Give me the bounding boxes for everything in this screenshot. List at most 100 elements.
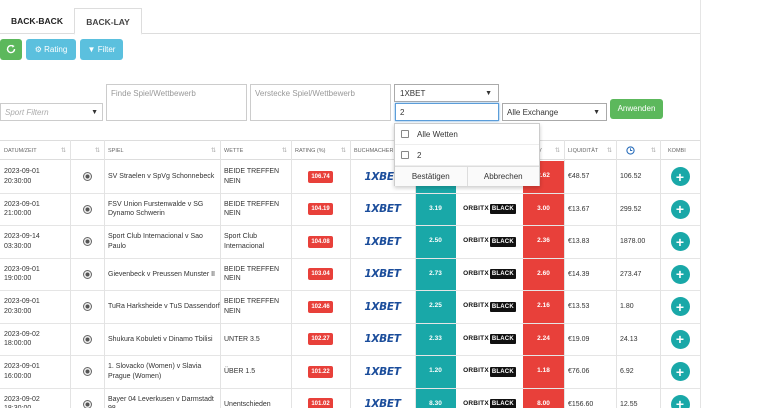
exchange-cell[interactable]: ORBITXBLACK bbox=[456, 259, 523, 291]
bookmaker-select[interactable]: 1XBET ▼ bbox=[394, 84, 499, 102]
exchange-logo-badge: BLACK bbox=[489, 399, 516, 408]
bookmaker-logo: 1XBET bbox=[364, 235, 401, 248]
column-header-date[interactable]: DATUM/ZEIT ⇅ bbox=[0, 141, 70, 161]
sport-filter-select[interactable]: Sport Filtern ▼ bbox=[0, 103, 103, 121]
bookmaker-cell[interactable]: 1XBET bbox=[350, 356, 415, 388]
back-odds-cell[interactable]: 3.19 bbox=[415, 193, 456, 225]
kombi-cell: + bbox=[660, 356, 700, 388]
confirm-button[interactable]: Bestätigen bbox=[395, 167, 468, 186]
exchange-cell[interactable]: ORBITXBLACK bbox=[456, 389, 523, 408]
exchange-logo-text: ORBITX bbox=[463, 334, 489, 342]
liquidity-text: €48.57 bbox=[568, 173, 590, 181]
liquidity-cell: €14.39 bbox=[564, 259, 616, 291]
lay-odds-cell[interactable]: 1.18 bbox=[523, 356, 564, 388]
tab-back-lay[interactable]: BACK-LAY bbox=[74, 8, 142, 35]
column-header-game[interactable]: SPIEL ⇅ bbox=[104, 141, 220, 161]
bookmaker-logo: 1XBET bbox=[364, 365, 401, 378]
tab-back-back[interactable]: BACK-BACK bbox=[0, 8, 74, 34]
column-header-rating-label: RATING (%) bbox=[295, 148, 326, 154]
add-combo-button[interactable]: + bbox=[670, 362, 690, 382]
add-combo-button[interactable]: + bbox=[670, 264, 690, 284]
filter-button[interactable]: ▼ Filter bbox=[80, 39, 123, 60]
bet-text: Unentschieden bbox=[224, 400, 271, 408]
back-odds-cell[interactable]: 2.25 bbox=[415, 291, 456, 323]
back-odds-cell[interactable]: 2.73 bbox=[415, 258, 456, 290]
exchange-cell[interactable]: ORBITXBLACK bbox=[456, 324, 523, 356]
lay-odds-cell[interactable]: 2.24 bbox=[523, 323, 564, 355]
exchange-cell[interactable]: ORBITXBLACK bbox=[456, 356, 523, 388]
time-value-text: 106.52 bbox=[620, 173, 642, 181]
exchange-logo: ORBITXBLACK bbox=[463, 399, 516, 408]
bookmaker-cell[interactable]: 1XBET bbox=[350, 291, 415, 323]
column-divider bbox=[104, 140, 105, 408]
back-odds: 8.30 bbox=[429, 399, 442, 407]
exchange-logo-badge: BLACK bbox=[489, 236, 516, 247]
bookmaker-cell[interactable]: 1XBET bbox=[350, 324, 415, 356]
column-header-time[interactable]: ⇅ bbox=[616, 141, 660, 161]
add-combo-button[interactable]: + bbox=[670, 232, 690, 252]
soccer-ball-icon bbox=[82, 302, 92, 312]
time-text: 18:00:00 bbox=[4, 340, 32, 348]
lay-odds: 3.00 bbox=[537, 204, 550, 212]
add-combo-button[interactable]: + bbox=[670, 394, 690, 408]
date-cell: 2023-09-14 03:30:00 bbox=[0, 226, 70, 258]
add-combo-button[interactable]: + bbox=[670, 167, 690, 187]
bet-search-input[interactable]: 2 bbox=[395, 103, 499, 121]
time-cell: 24.13 bbox=[616, 324, 660, 356]
column-header-bet[interactable]: WETTE ⇅ bbox=[220, 141, 291, 161]
column-divider bbox=[564, 140, 565, 408]
bookmaker-cell[interactable]: 1XBET bbox=[350, 194, 415, 226]
lay-odds-cell[interactable]: 2.60 bbox=[523, 258, 564, 290]
rating-cell: 103.04 bbox=[291, 259, 350, 291]
dropdown-actions: Bestätigen Abbrechen bbox=[395, 166, 539, 186]
time-cell: 299.52 bbox=[616, 194, 660, 226]
bookmaker-cell[interactable]: 1XBET bbox=[350, 226, 415, 258]
bet-text: BEIDE TREFFEN NEIN bbox=[224, 200, 280, 218]
column-header-liquidity[interactable]: LIQUIDITÄT ⇅ bbox=[564, 141, 616, 161]
column-header-date-label: DATUM/ZEIT bbox=[4, 148, 37, 154]
dropdown-option-2[interactable]: 2 bbox=[395, 145, 539, 166]
bookmaker-cell[interactable]: 1XBET bbox=[350, 259, 415, 291]
column-header-sport[interactable]: ⇅ bbox=[70, 141, 104, 161]
game-cell: Shukura Kobuleti v Dinamo Tbilisi bbox=[104, 324, 220, 356]
back-odds-cell[interactable]: 2.50 bbox=[415, 226, 456, 258]
rating-button[interactable]: ⚙ Rating bbox=[26, 39, 76, 60]
exchange-cell[interactable]: ORBITXBLACK bbox=[456, 194, 523, 226]
sport-cell bbox=[70, 324, 104, 356]
lay-odds-cell[interactable]: 3.00 bbox=[523, 193, 564, 225]
dropdown-option-all-bets[interactable]: Alle Wetten bbox=[395, 124, 539, 145]
column-header-rating[interactable]: RATING (%) ⇅ bbox=[291, 141, 350, 161]
lay-odds-cell[interactable]: 2.16 bbox=[523, 291, 564, 323]
add-combo-button[interactable]: + bbox=[670, 329, 690, 349]
game-text: FSV Union Furstenwalde v SG Dynamo Schwe… bbox=[108, 200, 204, 218]
bet-cell: UNTER 3.5 bbox=[220, 324, 291, 356]
lay-odds-cell[interactable]: 2.36 bbox=[523, 226, 564, 258]
add-combo-button[interactable]: + bbox=[670, 297, 690, 317]
liquidity-text: €156.60 bbox=[568, 400, 594, 408]
lay-odds-cell[interactable]: 8.00 bbox=[523, 388, 564, 408]
back-odds-cell[interactable]: 8.30 bbox=[415, 388, 456, 408]
back-odds-cell[interactable]: 1.20 bbox=[415, 356, 456, 388]
game-cell: TuRa Harksheide v TuS Dassendorf bbox=[104, 291, 220, 323]
refresh-icon bbox=[6, 44, 16, 54]
find-game-input[interactable]: Finde Spiel/Wettbewerb bbox=[106, 84, 247, 121]
cancel-button[interactable]: Abbrechen bbox=[468, 167, 540, 186]
bookmaker-cell[interactable]: 1XBET bbox=[350, 389, 415, 408]
game-cell: Bayer 04 Leverkusen v Darmstadt 98 bbox=[104, 389, 220, 408]
checkbox[interactable] bbox=[401, 151, 409, 159]
checkbox[interactable] bbox=[401, 130, 409, 138]
exchange-cell[interactable]: ORBITXBLACK bbox=[456, 291, 523, 323]
liquidity-cell: €156.60 bbox=[564, 389, 616, 408]
bet-cell: BEIDE TREFFEN NEIN bbox=[220, 291, 291, 323]
hide-game-input[interactable]: Verstecke Spiel/Wettbewerb bbox=[250, 84, 391, 121]
back-odds-cell[interactable]: 2.33 bbox=[415, 323, 456, 355]
time-text: 19:00:00 bbox=[4, 275, 32, 283]
exchange-select[interactable]: Alle Exchange ▼ bbox=[502, 103, 607, 121]
apply-button[interactable]: Anwenden bbox=[610, 99, 663, 119]
bookmaker-logo: 1XBET bbox=[364, 398, 401, 408]
column-divider bbox=[220, 140, 221, 408]
add-combo-button[interactable]: + bbox=[670, 199, 690, 219]
refresh-button[interactable] bbox=[0, 39, 22, 60]
sort-icon: ⇅ bbox=[60, 148, 66, 154]
exchange-cell[interactable]: ORBITXBLACK bbox=[456, 226, 523, 258]
